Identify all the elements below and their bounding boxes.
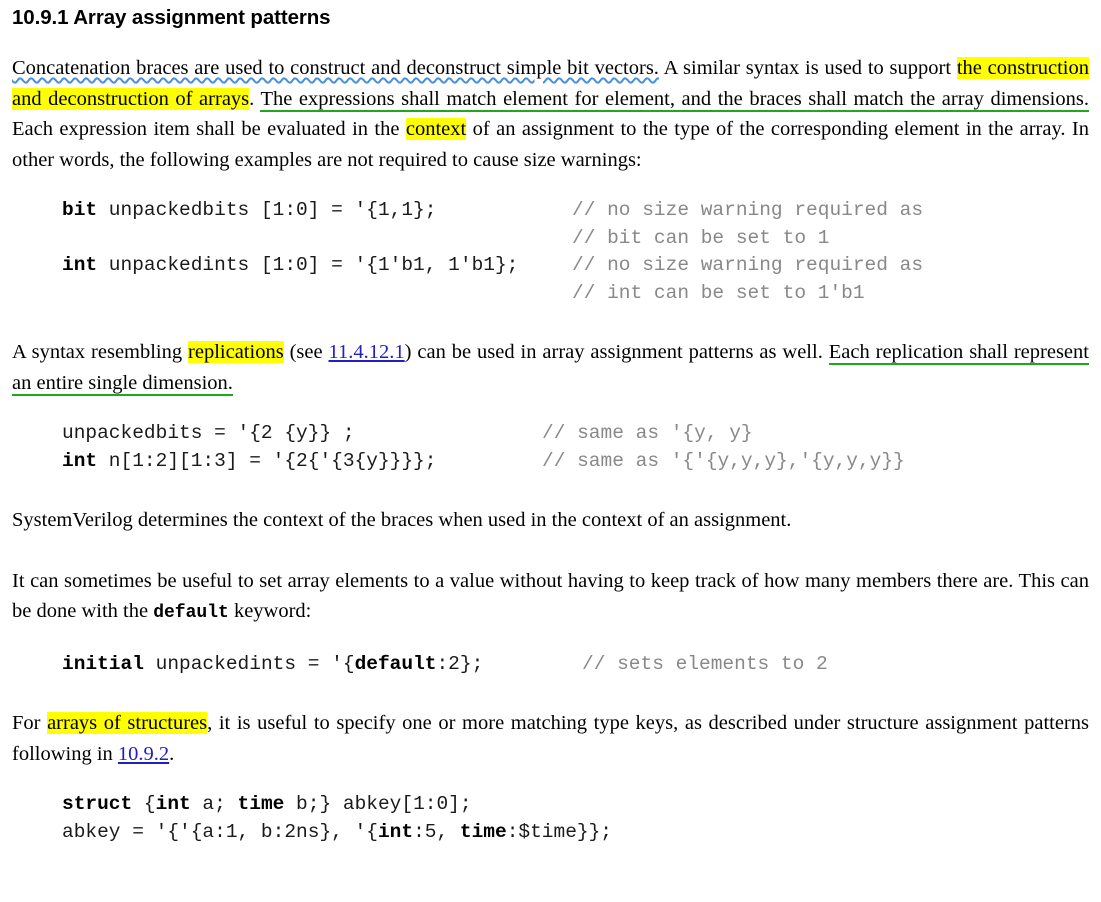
paragraph-text: (see (283, 341, 329, 363)
code-line: int n[1:2][1:3] = '{2{'{3{y}}}}; // same … (62, 448, 1089, 476)
highlighted-text-arrays-of-structures: arrays of structures (47, 712, 208, 734)
paragraph-text: keyword: (228, 600, 312, 622)
code-keyword: bit (62, 199, 98, 221)
code-text: { (132, 793, 156, 815)
code-text: a; (190, 793, 238, 815)
cross-reference-link-10-9-2[interactable]: 10.9.2 (118, 743, 169, 765)
code-keyword: int (377, 820, 414, 843)
code-block-2: unpackedbits = '{2 {y}} ; // same as '{y,… (12, 420, 1089, 475)
squiggly-annotated-text: Concatenation braces are used to constru… (12, 57, 659, 79)
paragraph-text: ) can be used in array assignment patter… (404, 341, 829, 363)
code-keyword: time (459, 820, 507, 843)
code-text: :2}; (436, 652, 484, 675)
paragraph-replications: A syntax resembling replications (see 11… (12, 337, 1089, 398)
code-comment: // no size warning required as (572, 254, 924, 276)
paragraph-text: For (12, 712, 48, 734)
code-text: unpackedints = '{ (143, 652, 355, 675)
code-comment: // bit can be set to 1 (572, 226, 830, 249)
code-line: // bit can be set to 1 (62, 225, 1089, 253)
inline-keyword-default: default (153, 603, 229, 623)
green-underlined-text: The expressions shall match element for … (260, 87, 1089, 112)
code-keyword: int (62, 254, 98, 276)
paragraph-text: . (249, 87, 261, 110)
paragraph-text: Each expression item shall be evaluated … (12, 118, 406, 140)
code-line: int unpackedints [1:0] = '{1'b1, 1'b1}; /… (62, 252, 1089, 280)
code-comment: // int can be set to 1'b1 (572, 281, 865, 304)
page-title: 10.9.1 Array assignment patterns (12, 6, 331, 29)
paragraph-intro: Concatenation braces are used to constru… (12, 53, 1089, 175)
paragraph-text: A syntax resembling (12, 341, 189, 363)
code-comment: // sets elements to 2 (582, 652, 828, 675)
paragraph-arrays-of-structures: For arrays of structures, it is useful t… (12, 708, 1089, 769)
paragraph-default-keyword: It can sometimes be useful to set array … (12, 566, 1089, 629)
code-comment: // same as '{y, y} (542, 422, 753, 444)
cross-reference-link-11-4-12-1[interactable]: 11.4.12.1 (329, 341, 405, 363)
code-line: // int can be set to 1'b1 (62, 280, 1089, 308)
paragraph-text: A similar syntax is used to support (658, 57, 957, 79)
paragraph-systemverilog-context: SystemVerilog determines the context of … (12, 509, 792, 531)
code-text: :5, (413, 820, 460, 843)
code-text: unpackedbits [1:0] = '{1,1}; (97, 199, 437, 221)
highlighted-text-replications: replications (188, 341, 284, 363)
code-line: unpackedbits = '{2 {y}} ; // same as '{y,… (62, 420, 1089, 448)
document-page: 10.9.1 Array assignment patterns Concate… (0, 5, 1101, 902)
code-keyword: int (62, 449, 98, 472)
code-block-1: bit unpackedbits [1:0] = '{1,1}; // no si… (12, 197, 1089, 307)
code-comment: // same as '{'{y,y,y},'{y,y,y}} (542, 449, 905, 472)
code-text: b;} abkey[1:0]; (284, 793, 472, 815)
code-block-4: struct {int a; time b;} abkey[1:0]; abkey… (12, 791, 1089, 846)
code-keyword: time (237, 793, 285, 815)
code-text: abkey = '{'{a:1, b:2ns}, '{ (62, 820, 378, 843)
code-keyword: default (354, 652, 437, 675)
highlighted-text-context: context (405, 118, 467, 140)
code-text: unpackedbits = '{2 {y}} ; (62, 422, 355, 444)
paragraph-text: . (169, 742, 175, 765)
code-line: initial unpackedints = '{default:2}; // s… (62, 651, 1089, 679)
code-comment: // no size warning required as (572, 199, 924, 221)
code-text: n[1:2][1:3] = '{2{'{3{y}}}}; (97, 449, 437, 472)
code-text: unpackedints [1:0] = '{1'b1, 1'b1}; (97, 254, 519, 276)
code-block-3: initial unpackedints = '{default:2}; // s… (12, 651, 1089, 679)
code-line: struct {int a; time b;} abkey[1:0]; (62, 791, 1089, 819)
code-text: :$time}}; (506, 820, 613, 843)
code-line: bit unpackedbits [1:0] = '{1,1}; // no si… (62, 197, 1089, 225)
code-line: abkey = '{'{a:1, b:2ns}, '{int:5, time:$… (62, 819, 1089, 847)
code-keyword: initial (62, 652, 144, 675)
code-keyword: struct (62, 793, 133, 815)
code-keyword: int (155, 793, 191, 815)
